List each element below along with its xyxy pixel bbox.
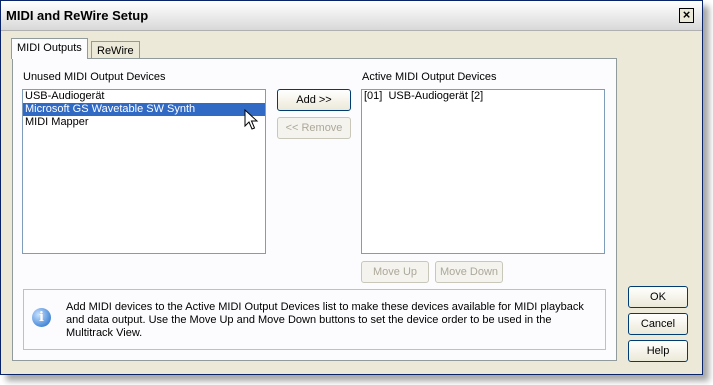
help-button[interactable]: Help xyxy=(628,340,688,362)
mouse-pointer-icon xyxy=(244,109,259,130)
active-devices-list[interactable]: [01] USB-Audiogerät [2] xyxy=(361,89,605,254)
title-bar[interactable]: MIDI and ReWire Setup × xyxy=(1,1,702,31)
midi-rewire-setup-dialog: MIDI and ReWire Setup × MIDI Outputs ReW… xyxy=(0,0,703,375)
list-item[interactable]: Microsoft GS Wavetable SW Synth xyxy=(23,103,265,116)
info-box: i Add MIDI devices to the Active MIDI Ou… xyxy=(23,289,606,350)
remove-button[interactable]: << Remove xyxy=(277,117,351,139)
tab-midi-outputs[interactable]: MIDI Outputs xyxy=(11,38,88,59)
ok-button[interactable]: OK xyxy=(628,286,688,308)
list-item[interactable]: [01] USB-Audiogerät [2] xyxy=(362,90,604,103)
list-item[interactable]: USB-Audiogerät xyxy=(23,90,265,103)
unused-devices-label: Unused MIDI Output Devices xyxy=(23,71,166,83)
unused-devices-list[interactable]: USB-Audiogerät Microsoft GS Wavetable SW… xyxy=(22,89,266,254)
add-button[interactable]: Add >> xyxy=(277,89,351,111)
close-button[interactable]: × xyxy=(679,8,694,23)
info-text: Add MIDI devices to the Active MIDI Outp… xyxy=(66,301,584,339)
list-item[interactable]: MIDI Mapper xyxy=(23,116,265,129)
info-icon: i xyxy=(32,308,51,327)
move-down-button[interactable]: Move Down xyxy=(435,261,503,283)
active-devices-label: Active MIDI Output Devices xyxy=(362,71,497,83)
tab-rewire[interactable]: ReWire xyxy=(91,41,140,59)
move-up-button[interactable]: Move Up xyxy=(361,261,429,283)
cancel-button[interactable]: Cancel xyxy=(628,313,688,335)
window-title: MIDI and ReWire Setup xyxy=(6,8,149,23)
